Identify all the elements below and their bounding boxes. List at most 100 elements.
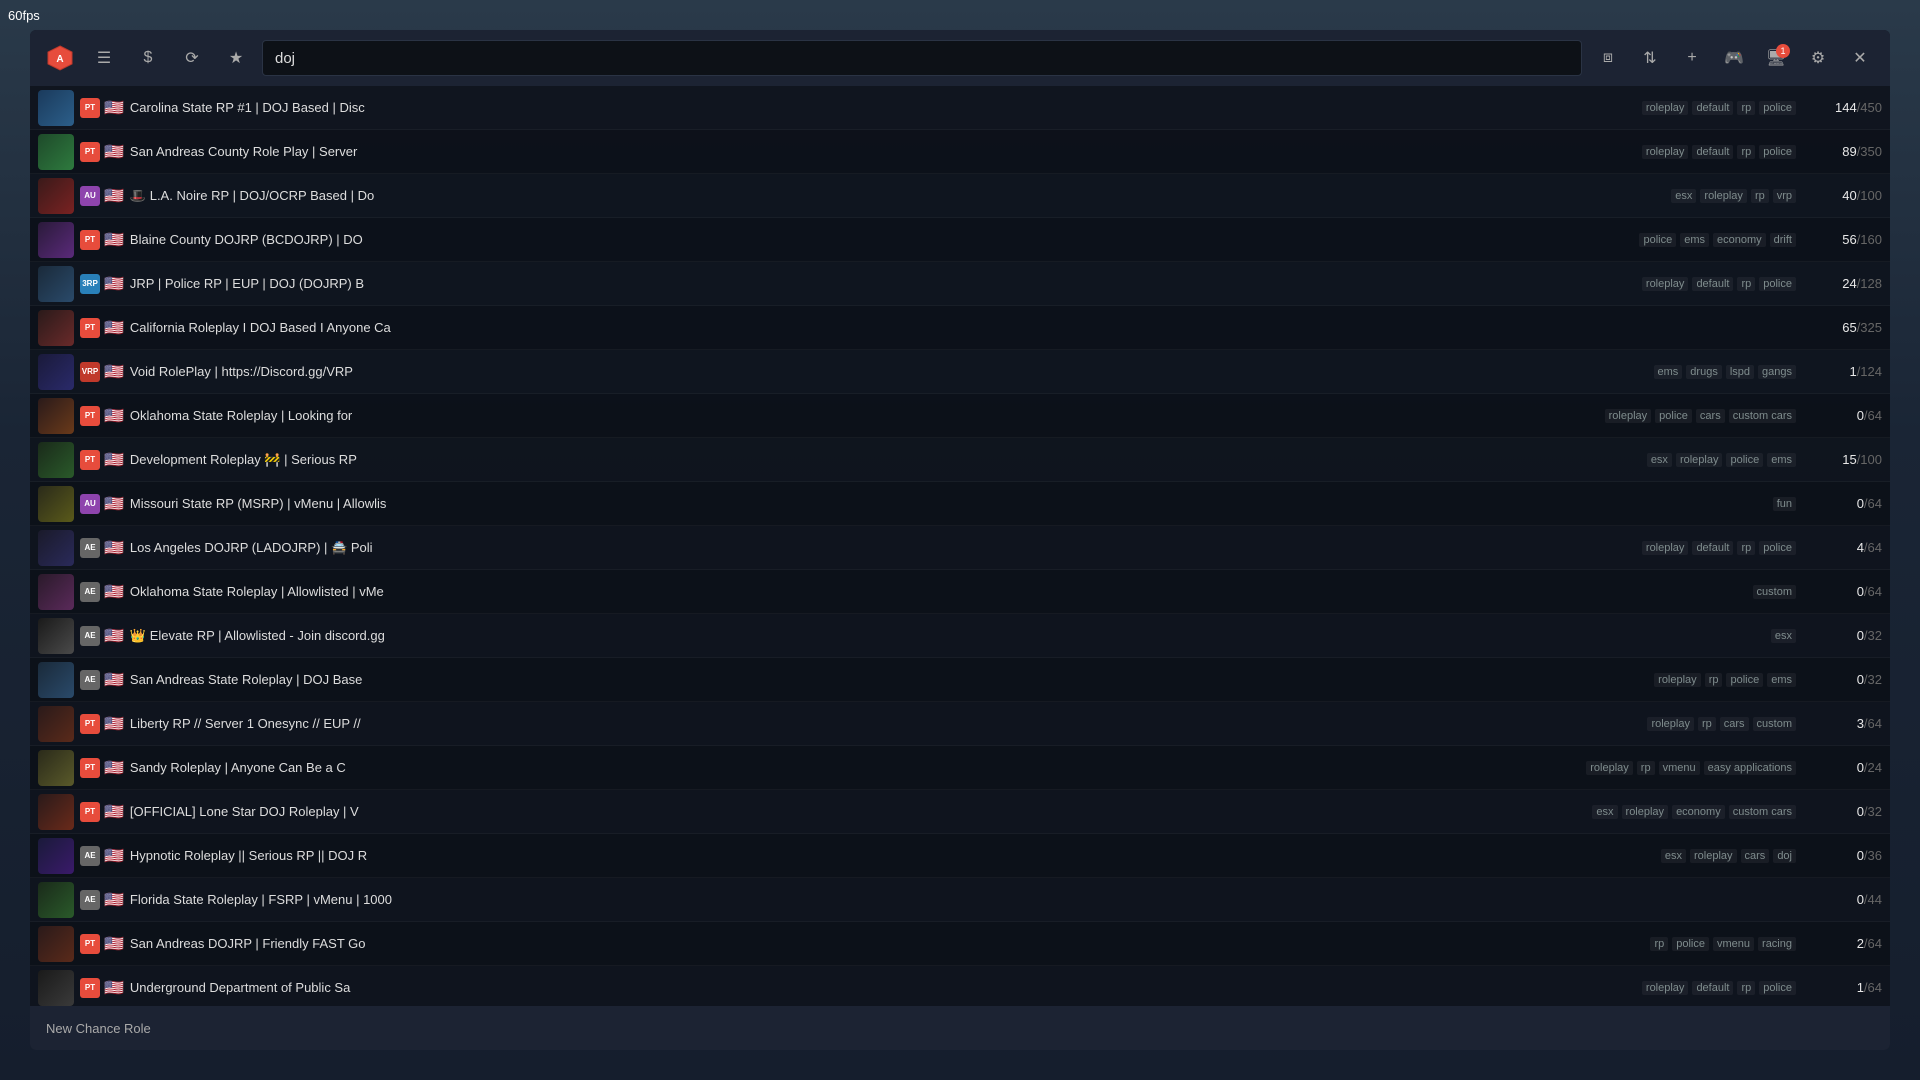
server-tag[interactable]: custom cars <box>1729 805 1796 819</box>
server-row[interactable]: VRP🇺🇸Void RolePlay | https://Discord.gg/… <box>30 350 1890 394</box>
server-row[interactable]: PT🇺🇸Underground Department of Public Sar… <box>30 966 1890 1006</box>
search-input[interactable] <box>262 40 1582 76</box>
server-tag[interactable]: default <box>1692 277 1733 291</box>
server-tag[interactable]: rp <box>1705 673 1723 687</box>
server-tag[interactable]: default <box>1692 981 1733 995</box>
settings-button[interactable]: ⚙ <box>1800 40 1836 76</box>
server-row[interactable]: PT🇺🇸Blaine County DOJRP (BCDOJRP) | DOpo… <box>30 218 1890 262</box>
server-tag[interactable]: roleplay <box>1654 673 1701 687</box>
server-tag[interactable]: police <box>1672 937 1709 951</box>
server-tag[interactable]: lspd <box>1726 365 1754 379</box>
server-tag[interactable]: rp <box>1751 189 1769 203</box>
favorites-button[interactable]: ★ <box>218 40 254 76</box>
server-row[interactable]: PT🇺🇸Carolina State RP #1 | DOJ Based | D… <box>30 86 1890 130</box>
server-tag[interactable]: police <box>1726 673 1763 687</box>
server-row[interactable]: PT🇺🇸San Andreas DOJRP | Friendly FAST Go… <box>30 922 1890 966</box>
server-tag[interactable]: police <box>1639 233 1676 247</box>
server-row[interactable]: AU🇺🇸🎩 L.A. Noire RP | DOJ/OCRP Based | D… <box>30 174 1890 218</box>
server-tag[interactable]: rp <box>1737 145 1755 159</box>
server-tag[interactable]: gangs <box>1758 365 1796 379</box>
server-tag[interactable]: roleplay <box>1605 409 1652 423</box>
server-tag[interactable]: roleplay <box>1642 541 1689 555</box>
server-tag[interactable]: police <box>1759 541 1796 555</box>
server-tag[interactable]: ems <box>1654 365 1683 379</box>
server-tag[interactable]: roleplay <box>1586 761 1633 775</box>
notification-button[interactable]: 🖥 1 <box>1758 40 1794 76</box>
server-row[interactable]: AE🇺🇸👑 Elevate RP | Allowlisted - Join di… <box>30 614 1890 658</box>
server-tag[interactable]: fun <box>1773 497 1796 511</box>
server-tag[interactable]: police <box>1759 277 1796 291</box>
menu-button[interactable]: ☰ <box>86 40 122 76</box>
server-row[interactable]: PT🇺🇸Sandy Roleplay | Anyone Can Be a Cro… <box>30 746 1890 790</box>
server-tag[interactable]: roleplay <box>1642 277 1689 291</box>
server-row[interactable]: 3RP🇺🇸JRP | Police RP | EUP | DOJ (DOJRP)… <box>30 262 1890 306</box>
server-tag[interactable]: vmenu <box>1659 761 1700 775</box>
gamepad-button[interactable]: 🎮 <box>1716 40 1752 76</box>
server-tag[interactable]: cars <box>1741 849 1770 863</box>
server-row[interactable]: PT🇺🇸[OFFICIAL] Lone Star DOJ Roleplay | … <box>30 790 1890 834</box>
server-tag[interactable]: ems <box>1680 233 1709 247</box>
server-row[interactable]: PT🇺🇸Liberty RP // Server 1 Onesync // EU… <box>30 702 1890 746</box>
server-tag[interactable]: vrp <box>1773 189 1796 203</box>
server-row[interactable]: AE🇺🇸San Andreas State Roleplay | DOJ Bas… <box>30 658 1890 702</box>
server-tag[interactable]: esx <box>1592 805 1617 819</box>
server-tag[interactable]: cars <box>1720 717 1749 731</box>
server-tag[interactable]: cars <box>1696 409 1725 423</box>
server-tag[interactable]: doj <box>1773 849 1796 863</box>
server-tag[interactable]: custom <box>1753 717 1796 731</box>
filter-button[interactable]: ⧈ <box>1590 40 1626 76</box>
server-tag[interactable]: rp <box>1737 541 1755 555</box>
server-tag[interactable]: ems <box>1767 453 1796 467</box>
server-tag[interactable]: roleplay <box>1622 805 1669 819</box>
server-tag[interactable]: esx <box>1647 453 1672 467</box>
server-tag[interactable]: rp <box>1637 761 1655 775</box>
server-row[interactable]: PT🇺🇸California Roleplay I DOJ Based I An… <box>30 306 1890 350</box>
server-tag[interactable]: custom <box>1753 585 1796 599</box>
server-tag[interactable]: police <box>1759 145 1796 159</box>
money-button[interactable]: $ <box>130 40 166 76</box>
server-tag[interactable]: rp <box>1737 277 1755 291</box>
server-tag[interactable]: rp <box>1737 981 1755 995</box>
server-tag[interactable]: police <box>1759 981 1796 995</box>
sort-button[interactable]: ⇅ <box>1632 40 1668 76</box>
server-tag[interactable]: police <box>1759 101 1796 115</box>
server-tag[interactable]: custom cars <box>1729 409 1796 423</box>
server-tag[interactable]: drugs <box>1686 365 1722 379</box>
add-button[interactable]: + <box>1674 40 1710 76</box>
server-tag[interactable]: easy applications <box>1704 761 1796 775</box>
server-tag[interactable]: vmenu <box>1713 937 1754 951</box>
logo-button[interactable]: A <box>42 40 78 76</box>
server-tag[interactable]: rp <box>1650 937 1668 951</box>
server-tag[interactable]: economy <box>1713 233 1766 247</box>
close-button[interactable]: ✕ <box>1842 40 1878 76</box>
server-row[interactable]: AE🇺🇸Florida State Roleplay | FSRP | vMen… <box>30 878 1890 922</box>
server-tag[interactable]: roleplay <box>1642 101 1689 115</box>
server-tag[interactable]: esx <box>1661 849 1686 863</box>
server-tag[interactable]: police <box>1655 409 1692 423</box>
server-row[interactable]: AE🇺🇸Los Angeles DOJRP (LADOJRP) | 🚔 Poli… <box>30 526 1890 570</box>
server-row[interactable]: PT🇺🇸Oklahoma State Roleplay | Looking fo… <box>30 394 1890 438</box>
server-row[interactable]: PT🇺🇸Development Roleplay 🚧 | Serious RPe… <box>30 438 1890 482</box>
server-tag[interactable]: rp <box>1698 717 1716 731</box>
server-tag[interactable]: racing <box>1758 937 1796 951</box>
server-tag[interactable]: esx <box>1671 189 1696 203</box>
server-row[interactable]: AE🇺🇸Oklahoma State Roleplay | Allowliste… <box>30 570 1890 614</box>
server-row[interactable]: PT🇺🇸San Andreas County Role Play | Serve… <box>30 130 1890 174</box>
server-tag[interactable]: esx <box>1771 629 1796 643</box>
server-tag[interactable]: default <box>1692 541 1733 555</box>
server-tag[interactable]: drift <box>1770 233 1796 247</box>
server-tag[interactable]: roleplay <box>1690 849 1737 863</box>
server-tag[interactable]: economy <box>1672 805 1725 819</box>
server-tag[interactable]: police <box>1726 453 1763 467</box>
server-tag[interactable]: roleplay <box>1642 145 1689 159</box>
server-row[interactable]: AU🇺🇸Missouri State RP (MSRP) | vMenu | A… <box>30 482 1890 526</box>
server-tag[interactable]: roleplay <box>1647 717 1694 731</box>
server-tag[interactable]: rp <box>1737 101 1755 115</box>
server-row[interactable]: AE🇺🇸Hypnotic Roleplay || Serious RP || D… <box>30 834 1890 878</box>
server-tag[interactable]: ems <box>1767 673 1796 687</box>
server-tag[interactable]: default <box>1692 145 1733 159</box>
server-tag[interactable]: roleplay <box>1700 189 1747 203</box>
server-tag[interactable]: roleplay <box>1676 453 1723 467</box>
history-button[interactable]: ⟳ <box>174 40 210 76</box>
server-tag[interactable]: roleplay <box>1642 981 1689 995</box>
